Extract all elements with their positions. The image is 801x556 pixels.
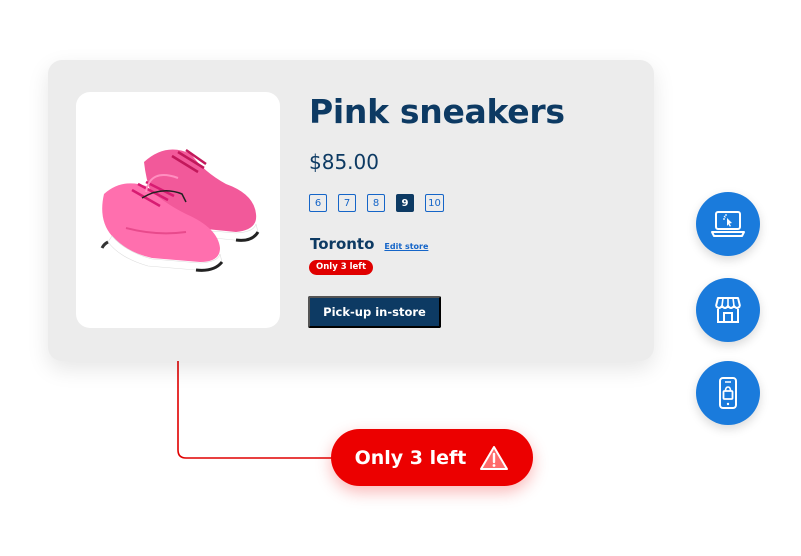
stock-callout: Only 3 left [331,429,533,486]
store-name: Toronto [310,235,375,253]
store-info: Toronto Edit store [310,235,428,253]
mobile-shopping-bag-icon [719,377,737,409]
size-option-7[interactable]: 7 [338,194,356,212]
size-option-10[interactable]: 10 [425,194,444,212]
stock-badge: Only 3 left [309,260,374,275]
laptop-click-icon [711,211,745,237]
product-card: Pink sneakers $85.00 6 7 8 9 10 Toronto … [48,60,654,361]
warning-icon [480,445,509,470]
pickup-in-store-button[interactable]: Pick-up in-store [308,296,441,328]
pink-sneakers-photo [100,148,260,272]
storefront-icon [715,297,741,323]
product-image [76,92,280,328]
size-selector: 6 7 8 9 10 [309,194,444,212]
size-option-6[interactable]: 6 [309,194,327,212]
store-channel-button[interactable] [696,278,760,342]
size-option-9[interactable]: 9 [396,194,414,212]
product-title: Pink sneakers [309,92,565,131]
size-option-8[interactable]: 8 [367,194,385,212]
stock-callout-label: Only 3 left [354,446,467,469]
product-price: $85.00 [309,150,379,174]
online-channel-button[interactable] [696,192,760,256]
mobile-channel-button[interactable] [696,361,760,425]
edit-store-link[interactable]: Edit store [384,242,428,251]
